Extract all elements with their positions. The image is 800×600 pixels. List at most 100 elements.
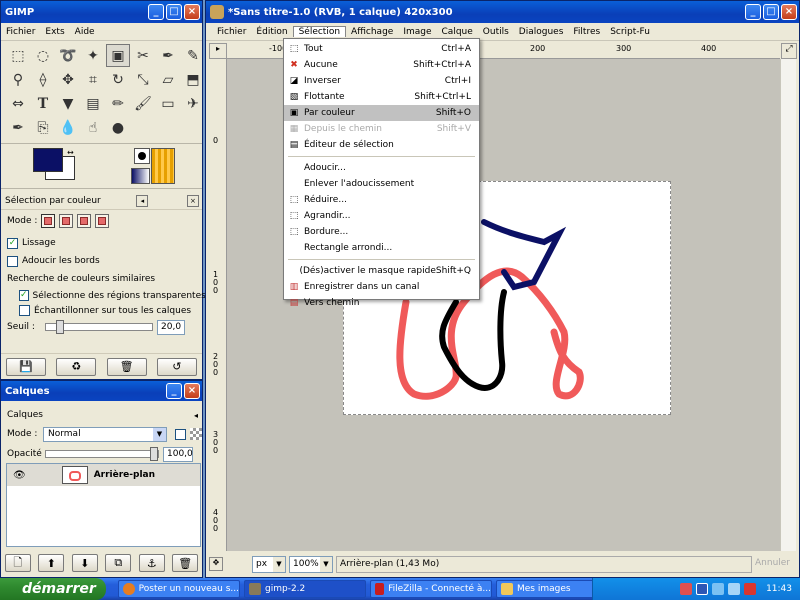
toolbox-titlebar[interactable]: GIMP _ □ × (1, 1, 202, 23)
text-tool-icon[interactable]: T (31, 92, 55, 115)
perspective-tool-icon[interactable]: ⬒ (181, 68, 205, 91)
pattern-preview[interactable] (131, 168, 150, 184)
ellipse-select-tool-icon[interactable]: ◌ (31, 44, 55, 67)
lower-layer-button[interactable]: ⬇ (71, 554, 98, 572)
menu-item-réduire[interactable]: ⬚ Réduire... (284, 192, 479, 208)
quickmenu-icon[interactable]: ▸ (209, 43, 227, 59)
image-menu-calque[interactable]: Calque (437, 27, 478, 37)
menu-item-éditeur-de-sélection[interactable]: ▤ Éditeur de sélection (284, 137, 479, 153)
swap-colors-icon[interactable]: ↔ (67, 148, 74, 157)
image-titlebar[interactable]: *Sans titre-1.0 (RVB, 1 calque) 420x300 … (206, 1, 799, 23)
clone-tool-icon[interactable]: ⎘ (31, 116, 55, 139)
blur-tool-icon[interactable]: 💧 (56, 116, 80, 139)
bucket-fill-tool-icon[interactable]: ▼ (56, 92, 80, 115)
mode-intersect-button[interactable] (95, 214, 110, 228)
scissors-tool-icon[interactable]: ✂ (131, 44, 155, 67)
antialias-row[interactable]: ✓ Lissage (1, 234, 202, 252)
feather-row[interactable]: Adoucir les bords (1, 252, 202, 270)
menu-exts[interactable]: Exts (40, 27, 69, 37)
tray-app-icon[interactable] (680, 583, 693, 595)
restore-options-button[interactable]: ♻ (56, 357, 97, 376)
image-minimize-button[interactable]: _ (745, 4, 761, 20)
paths-tool-icon[interactable]: ✒ (156, 44, 180, 67)
rect-select-tool-icon[interactable]: ⬚ (6, 44, 30, 67)
layers-minimize-button[interactable]: _ (166, 383, 182, 399)
delete-options-button[interactable]: 🗑 (106, 357, 147, 376)
mode-add-button[interactable] (59, 214, 74, 228)
layers-titlebar[interactable]: Calques _ × (1, 381, 202, 401)
rotate-tool-icon[interactable]: ↻ (106, 68, 130, 91)
threshold-input[interactable]: 20,0 (157, 319, 185, 335)
menu-item-inverser[interactable]: ◪ Inverser Ctrl+I (284, 73, 479, 89)
image-menu-outils[interactable]: Outils (478, 27, 514, 37)
image-menu-image[interactable]: Image (398, 27, 436, 37)
menu-item-adoucir[interactable]: Adoucir... (284, 160, 479, 176)
menu-fichier[interactable]: Fichier (1, 27, 40, 37)
pencil-tool-icon[interactable]: ✏ (106, 92, 130, 115)
tray-network-icon[interactable] (712, 583, 725, 595)
image-menu-dialogues[interactable]: Dialogues (514, 27, 569, 37)
feather-checkbox[interactable] (7, 255, 18, 267)
ink-tool-icon[interactable]: ✒ (6, 116, 30, 139)
menu-item-par-couleur[interactable]: ▣ Par couleur Shift+O (284, 105, 479, 121)
menu-item-tout[interactable]: ⬚ Tout Ctrl+A (284, 41, 479, 57)
fuzzy-select-tool-icon[interactable]: ✦ (81, 44, 105, 67)
duplicate-layer-button[interactable]: ⧉ (105, 554, 132, 572)
move-tool-icon[interactable]: ✥ (56, 68, 80, 91)
crop-tool-icon[interactable]: ⌗ (81, 68, 105, 91)
color-picker-tool-icon[interactable]: ✎ (181, 44, 205, 67)
chevron-down-icon[interactable]: ▼ (153, 427, 166, 441)
scale-tool-icon[interactable]: ⤡ (131, 68, 155, 91)
start-button[interactable]: démarrer (0, 578, 106, 600)
maximize-button[interactable]: □ (166, 4, 182, 20)
task-browser[interactable]: Poster un nouveau s... (118, 580, 240, 598)
measure-tool-icon[interactable]: ⟠ (31, 68, 55, 91)
brush-preview[interactable] (134, 148, 150, 164)
foreground-color-swatch[interactable] (33, 148, 63, 172)
navigate-icon[interactable]: ✥ (209, 557, 223, 571)
layer-row[interactable]: 👁 Arrière-plan (7, 464, 200, 486)
menu-aide[interactable]: Aide (70, 27, 100, 37)
keep-transparency-checkbox[interactable] (175, 428, 186, 440)
menu-item-bordure[interactable]: ⬚ Bordure... (284, 224, 479, 240)
save-options-button[interactable]: 💾 (6, 357, 47, 376)
zoom-tool-icon[interactable]: ⚲ (6, 68, 30, 91)
opacity-slider-handle[interactable] (150, 447, 158, 461)
close-button[interactable]: × (184, 4, 200, 20)
menu-item-dés-activer-le-masque-rapide[interactable]: (Dés)activer le masque rapide Shift+Q (284, 263, 479, 279)
menu-item-agrandir[interactable]: ⬚ Agrandir... (284, 208, 479, 224)
menu-item-aucune[interactable]: ✖ Aucune Shift+Ctrl+A (284, 57, 479, 73)
anchor-layer-button[interactable]: ⚓ (138, 554, 165, 572)
layer-mode-select[interactable]: Normal ▼ (43, 426, 167, 442)
image-close-button[interactable]: × (781, 4, 797, 20)
task-gimp[interactable]: gimp-2.2 (244, 580, 366, 598)
unit-select[interactable]: px ▼ (252, 555, 286, 573)
select-by-color-tool-icon[interactable]: ▣ (106, 44, 130, 67)
threshold-slider[interactable] (45, 320, 153, 334)
unit-chevron-down-icon[interactable]: ▼ (273, 556, 285, 572)
threshold-slider-handle[interactable] (56, 320, 64, 334)
image-menu-selection[interactable]: Sélection (292, 26, 347, 37)
layer-name[interactable]: Arrière-plan (94, 470, 155, 480)
layers-close-button[interactable]: × (184, 383, 200, 399)
menu-item-flottante[interactable]: ▧ Flottante Shift+Ctrl+L (284, 89, 479, 105)
mode-replace-button[interactable] (41, 214, 56, 228)
shear-tool-icon[interactable]: ▱ (156, 68, 180, 91)
opacity-input[interactable]: 100,0 (163, 446, 193, 462)
smudge-tool-icon[interactable]: ☝ (81, 116, 105, 139)
menu-item-vers-chemin[interactable]: ▤ Vers chemin (284, 295, 479, 311)
dodge-tool-icon[interactable]: ● (106, 116, 130, 139)
tray-word-icon[interactable] (696, 583, 709, 595)
image-menu-edition[interactable]: Édition (251, 27, 292, 37)
tray-volume-icon[interactable] (728, 583, 741, 595)
paintbrush-tool-icon[interactable]: 🖌 (131, 92, 155, 115)
image-maximize-button[interactable]: □ (763, 4, 779, 20)
image-menu-affichage[interactable]: Affichage (346, 27, 398, 37)
raise-layer-button[interactable]: ⬆ (38, 554, 65, 572)
lasso-tool-icon[interactable]: ➰ (56, 44, 80, 67)
mode-subtract-button[interactable] (77, 214, 92, 228)
dialog-close-icon[interactable]: × (186, 194, 199, 207)
menu-item-depuis-le-chemin[interactable]: ▦ Depuis le chemin Shift+V (284, 121, 479, 137)
opacity-slider[interactable] (45, 447, 159, 461)
tray-security-icon[interactable] (744, 583, 757, 595)
